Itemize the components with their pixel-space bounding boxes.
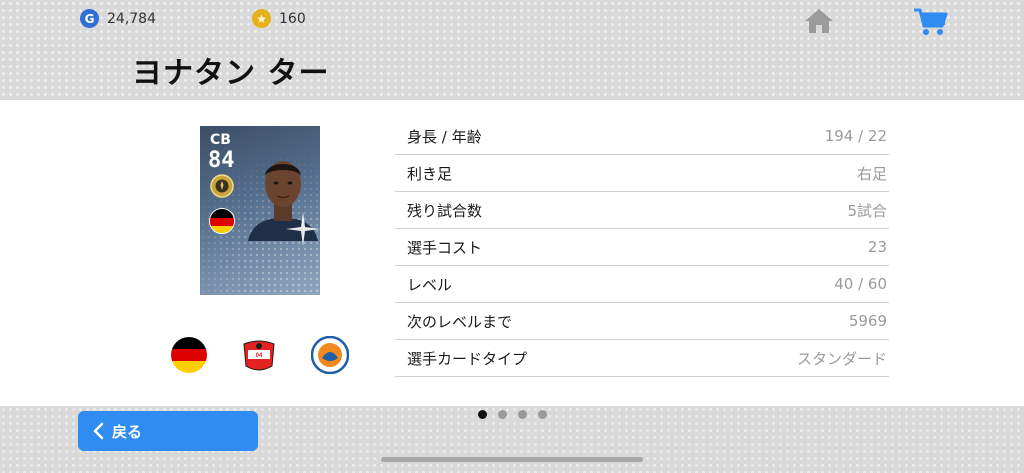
info-row-next-level: 次のレベルまで 5969	[395, 303, 889, 340]
info-value: 40 / 60	[834, 275, 887, 293]
info-value: 5969	[848, 312, 887, 330]
info-label: 利き足	[407, 164, 453, 183]
info-value: 右足	[856, 164, 887, 183]
back-button[interactable]: 戻る	[78, 411, 258, 451]
chevron-left-icon	[93, 422, 104, 440]
player-card[interactable]: CB 84	[200, 126, 320, 295]
info-label: 残り試合数	[407, 201, 483, 220]
info-row-player-cost: 選手コスト 23	[395, 229, 889, 266]
svg-text:04: 04	[256, 353, 263, 359]
info-value: 194 / 22	[824, 127, 887, 145]
info-value: 23	[867, 238, 887, 256]
info-row-height-age: 身長 / 年齢 194 / 22	[395, 118, 889, 155]
info-value: スタンダード	[796, 349, 887, 368]
gp-value: 24,784	[107, 10, 156, 27]
info-label: 身長 / 年齢	[407, 127, 482, 146]
gp-icon: G	[80, 9, 99, 28]
player-info-table: 身長 / 年齢 194 / 22 利き足 右足 残り試合数 5試合 選手コスト …	[395, 118, 889, 377]
home-indicator[interactable]	[381, 457, 643, 462]
page-dot[interactable]	[518, 410, 527, 419]
back-button-label: 戻る	[112, 422, 143, 441]
league-logo-icon	[311, 336, 349, 374]
info-value: 5試合	[847, 201, 887, 220]
gp-balance: G 24,784	[80, 9, 156, 28]
card-rating: 84	[208, 148, 235, 173]
coin-value: 160	[279, 10, 306, 27]
info-label: 選手カードタイプ	[407, 349, 528, 368]
sparkle-icon	[286, 212, 320, 246]
info-label: レベル	[407, 275, 453, 294]
page-dot[interactable]	[538, 410, 547, 419]
club-crest-icon: 04	[243, 340, 275, 371]
page-dot[interactable]	[478, 410, 487, 419]
shop-cart-button[interactable]	[912, 6, 950, 38]
home-icon	[805, 9, 833, 33]
home-button[interactable]	[802, 6, 836, 36]
coin-icon: ★	[252, 9, 271, 28]
page-dot[interactable]	[498, 410, 507, 419]
germany-flag-icon	[171, 337, 207, 373]
coin-balance: ★ 160	[252, 9, 306, 28]
page-indicator	[478, 410, 547, 419]
card-flag-icon	[209, 208, 235, 234]
info-row-foot: 利き足 右足	[395, 155, 889, 192]
info-row-card-type: 選手カードタイプ スタンダード	[395, 340, 889, 377]
info-label: 選手コスト	[407, 238, 483, 257]
info-row-remaining-matches: 残り試合数 5試合	[395, 192, 889, 229]
cart-icon	[914, 8, 948, 35]
card-badge-icon	[210, 174, 234, 198]
info-label: 次のレベルまで	[407, 312, 513, 331]
card-position: CB	[210, 132, 231, 148]
player-name: ヨナタン ター	[132, 56, 330, 91]
info-row-level: レベル 40 / 60	[395, 266, 889, 303]
